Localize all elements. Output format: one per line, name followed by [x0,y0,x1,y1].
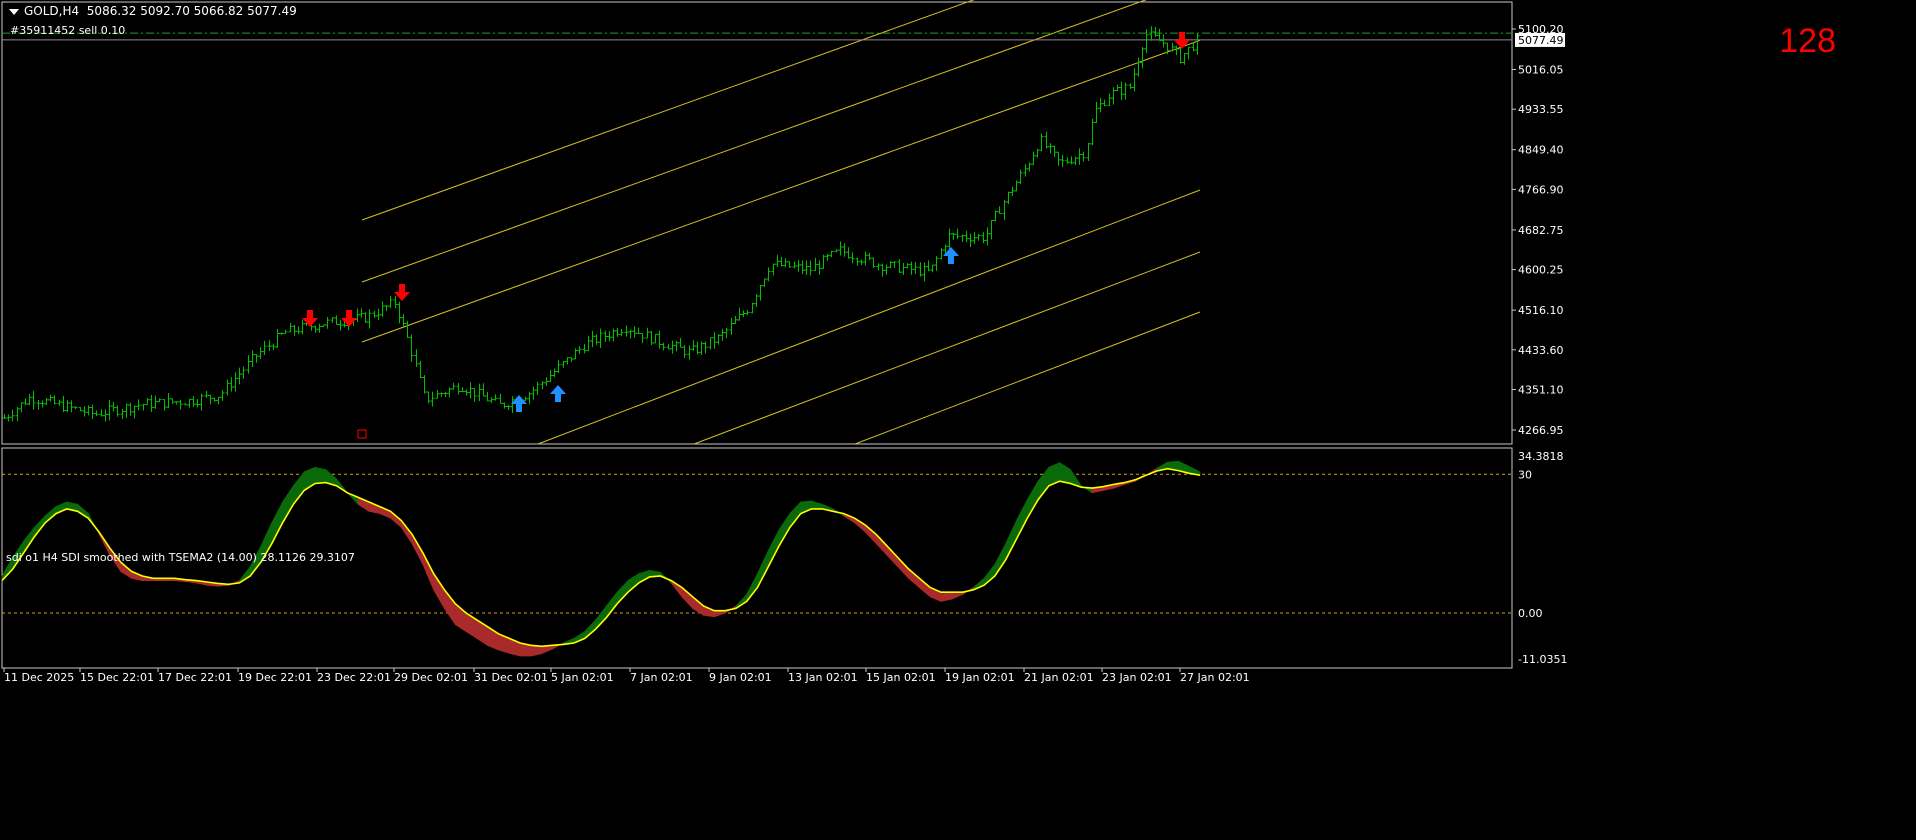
bullish-fill [746,573,758,603]
bullish-fill [77,503,89,519]
bullish-fill [1026,479,1039,520]
price-tick-label: 4351.10 [1518,384,1564,397]
sell-arrow-icon [394,284,410,301]
main-pane-border [1,1,1513,445]
time-tick-label: 13 Jan 02:01 [788,671,858,684]
price-tick-label: 4516.10 [1518,304,1564,317]
time-tick-label: 15 Jan 02:01 [866,671,936,684]
bearish-fill [433,572,445,610]
channel-line [854,311,1201,445]
bullish-fill [1005,520,1017,560]
bullish-fill [271,501,284,544]
bullish-fill [1016,499,1028,540]
price-tick-label: 4766.90 [1518,183,1564,196]
bearish-fill [940,591,953,602]
bullish-fill [282,484,294,525]
chart-canvas[interactable]: 5100.205016.054933.554849.404766.904682.… [0,0,1916,840]
symbol-header: GOLD,H4 5086.32 5092.70 5066.82 5077.49 [9,4,297,18]
bullish-fill [584,618,597,640]
bullish-fill [994,543,1007,578]
indicator-tick-label: 0.00 [1518,607,1543,620]
channel-line [361,39,1201,343]
time-tick-label: 21 Jan 02:01 [1024,671,1094,684]
indicator-tick-label: 30 [1518,468,1532,481]
time-tick-label: 5 Jan 02:01 [551,671,614,684]
bullish-fill [1037,466,1050,501]
bearish-fill [908,568,920,589]
time-tick-label: 27 Jan 02:01 [1180,671,1250,684]
bullish-fill [735,593,748,610]
bullish-fill [811,500,823,510]
time-tick-label: 15 Dec 22:01 [80,671,154,684]
order-label[interactable]: #35911452 sell 0.10 [10,24,125,37]
price-tick-label: 4849.40 [1518,144,1564,157]
time-tick-label: 7 Jan 02:01 [630,671,693,684]
indicator-tick-label: 34.3818 [1518,450,1564,463]
price-tick-label: 4682.75 [1518,224,1564,237]
order-marker-icon [357,429,367,439]
time-tick-label: 23 Jan 02:01 [1102,671,1172,684]
price-tick-label: 4600.25 [1518,264,1564,277]
indicator-title: sdi o1 H4 SDI smoothed with TSEMA2 (14.0… [6,551,355,564]
time-tick-label: 29 Dec 02:01 [394,671,468,684]
time-tick-label: 31 Dec 02:01 [474,671,548,684]
bearish-fill [670,579,683,598]
time-tick-label: 17 Dec 22:01 [158,671,232,684]
bullish-fill [239,565,251,584]
price-tick-label: 4266.95 [1518,424,1564,437]
time-tick-label: 19 Jan 02:01 [945,671,1015,684]
time-tick-label: 19 Dec 22:01 [238,671,312,684]
bullish-fill [293,470,305,506]
time-tick-label: 9 Jan 02:01 [709,671,772,684]
ohlc-values: 5086.32 5092.70 5066.82 5077.49 [86,4,297,18]
bearish-fill [918,577,931,598]
counter-label: 128 [1779,22,1836,60]
price-tick-label: 5016.05 [1518,63,1564,76]
channel-line [537,189,1201,445]
bearish-fill [865,524,877,545]
indicator-tick-label: -11.0351 [1518,653,1567,666]
time-tick-label: 11 Dec 2025 [4,671,74,684]
bullish-fill [983,563,996,587]
bearish-fill [951,591,963,600]
bullish-fill [638,569,650,584]
sell-arrow-icon [341,310,357,327]
bearish-fill [854,517,866,533]
collapse-triangle-icon[interactable] [9,8,19,15]
bullish-fill [595,604,607,631]
bearish-fill [681,586,694,610]
time-tick-label: 23 Dec 22:01 [317,671,391,684]
bullish-fill [314,466,327,484]
bearish-fill [713,610,726,618]
bullish-fill [616,579,629,605]
buy-arrow-icon [550,385,566,402]
bullish-fill [1059,461,1071,485]
bullish-fill [627,572,640,594]
price-tick-label: 4433.60 [1518,344,1564,357]
symbol-label: GOLD,H4 [24,4,80,18]
current-price-label: 5077.49 [1518,34,1564,47]
bearish-fill [444,588,456,626]
buy-arrow-icon [511,395,527,412]
channel-line [693,251,1201,445]
sell-arrow-icon [302,310,318,327]
bullish-fill [336,477,348,494]
candlestick-series [2,26,1200,422]
channel-line [361,0,1147,283]
price-tick-label: 4933.55 [1518,103,1564,116]
